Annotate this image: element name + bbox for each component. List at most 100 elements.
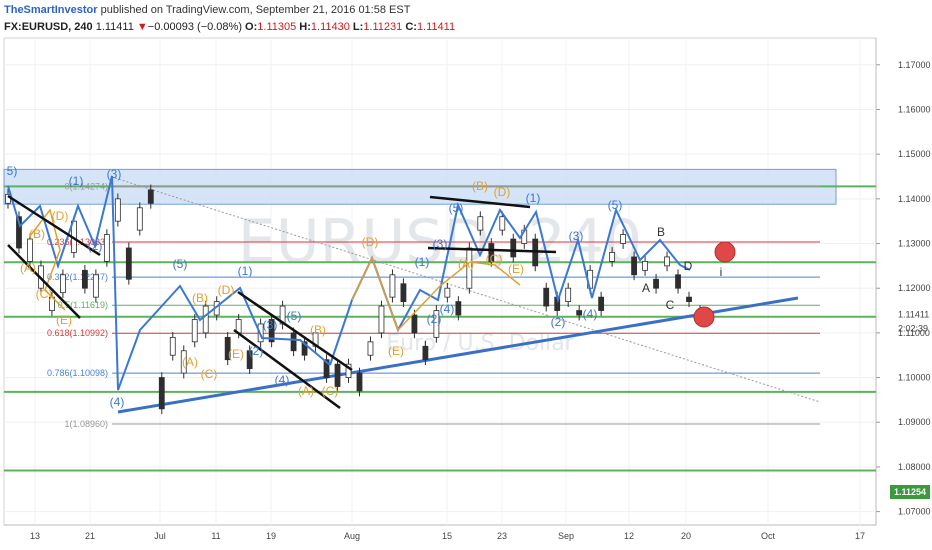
wave-label: (4) [583, 307, 598, 321]
price-tick-label: 1.11411 [898, 310, 929, 320]
time-tick-label: 11 [211, 531, 220, 541]
wave-label: (C) [322, 384, 339, 398]
wave-label: (5) [287, 309, 302, 323]
candle-body [631, 256, 637, 276]
price-tick-label: 1.10000 [898, 373, 931, 383]
candle-body [202, 305, 209, 334]
wave-label: (4) [110, 395, 125, 409]
wave-label: (A) [20, 261, 36, 275]
wave-label: (1) [415, 255, 430, 269]
candle-body [378, 305, 385, 334]
wave-label: (1) [526, 191, 541, 205]
candle-body [477, 216, 484, 231]
time-tick-label: 21 [85, 531, 95, 541]
candle-body [60, 274, 66, 294]
wave-label: (D) [494, 185, 511, 199]
wave-label: 5) [7, 164, 18, 178]
last-price-tag-label: 1.11254 [894, 487, 926, 497]
candle-body [444, 287, 451, 298]
wave-label: (2) [88, 239, 103, 253]
candle-body [598, 296, 605, 311]
candle-body [114, 198, 121, 222]
wave-label: (1) [238, 264, 253, 278]
wave-label: (4) [275, 373, 290, 387]
candle-body [158, 377, 165, 410]
wave-label: (2) [551, 315, 566, 329]
wave-label: (3) [569, 229, 584, 243]
wave-label: (5) [173, 257, 188, 271]
price-tick-label: 1.07000 [898, 507, 931, 517]
price-tick-label: 1.14000 [898, 194, 931, 204]
price-tick-label: 1.15000 [898, 149, 931, 159]
candle-body [642, 260, 648, 271]
fib-level-label: 0.786(1.10098) [47, 368, 108, 378]
time-tick-label: Oct [761, 531, 776, 541]
candle-body [136, 207, 143, 231]
countdown-label: 2:02:39 [898, 324, 928, 334]
candle-body [620, 234, 627, 244]
wave-label: (D) [362, 235, 379, 249]
candle-body [664, 256, 670, 267]
time-tick-label: 20 [681, 531, 691, 541]
time-tick-label: 15 [442, 531, 452, 541]
time-tick-label: 17 [855, 531, 865, 541]
wave-label: (E) [228, 347, 244, 361]
time-tick-label: 13 [30, 531, 40, 541]
candle-body [675, 274, 681, 289]
time-tick-label: Sep [558, 531, 574, 541]
wave-label: A [642, 281, 650, 295]
candle-body [27, 238, 33, 262]
fib-level-label: 0.618(1.10992) [47, 328, 108, 338]
candle-body [92, 274, 99, 298]
wave-label: (D) [52, 209, 69, 223]
price-axis: 1.17000 1.16000 1.15000 1.14000 1.13000 1.120… [876, 60, 931, 517]
wave-label: (3) [107, 167, 122, 181]
wave-label: (3) [263, 318, 278, 332]
candle-body [576, 310, 583, 316]
candle-body [543, 287, 550, 307]
candle-body [356, 372, 363, 392]
time-tick-label: 23 [497, 531, 507, 541]
price-tick-label: 1.13000 [898, 239, 931, 249]
target-circle-upper[interactable] [714, 241, 736, 263]
wave-label: (E) [388, 344, 404, 358]
candle-body [609, 252, 616, 262]
candle-body [367, 341, 374, 356]
candle-body [290, 332, 297, 352]
wave-label: (B) [192, 291, 208, 305]
candle-body [411, 314, 418, 334]
wave-label: (B) [310, 323, 326, 337]
wave-label: (D) [218, 283, 235, 297]
candle-body [499, 216, 506, 231]
candle-body [653, 278, 659, 289]
time-axis: 13 21 Jul 11 19 Aug 15 23 Sep 12 20 Oct 17 [30, 531, 865, 541]
wave-label: (B) [472, 179, 488, 193]
candle-body [169, 336, 176, 356]
target-circle-lower[interactable] [693, 306, 715, 328]
candle-body [422, 345, 429, 361]
candle-body [686, 296, 692, 303]
time-tick-label: 12 [624, 531, 634, 541]
price-chart[interactable]: EURUSD, 240 Euro / U.S. Dollar 0(1.14274… [0, 0, 932, 550]
channel-line-3[interactable] [237, 290, 353, 372]
price-tick-label: 1.12000 [898, 283, 931, 293]
candle-body [510, 238, 517, 258]
wave-label: (C) [36, 287, 53, 301]
wave-label: (2) [249, 344, 264, 358]
wave-label: i [720, 265, 723, 279]
price-tick-label: 1.17000 [898, 60, 931, 70]
candle-body [455, 301, 462, 316]
price-tick-label: 1.16000 [898, 104, 931, 114]
fib-level-label: 1(1.08960) [64, 419, 108, 429]
time-tick-label: Jul [154, 531, 166, 541]
candle-body [565, 287, 572, 303]
wave-label: (A) [182, 355, 198, 369]
wave-label: (1) [69, 174, 84, 188]
candle-body [147, 189, 154, 204]
fib-level-label: 0.382(1.12247) [47, 272, 108, 282]
wave-label: (E) [56, 313, 72, 327]
wave-label: (4) [440, 302, 455, 316]
wave-label: (3) [433, 237, 448, 251]
price-tick-label: 1.08000 [898, 462, 931, 472]
wave-label: (B) [29, 227, 45, 241]
